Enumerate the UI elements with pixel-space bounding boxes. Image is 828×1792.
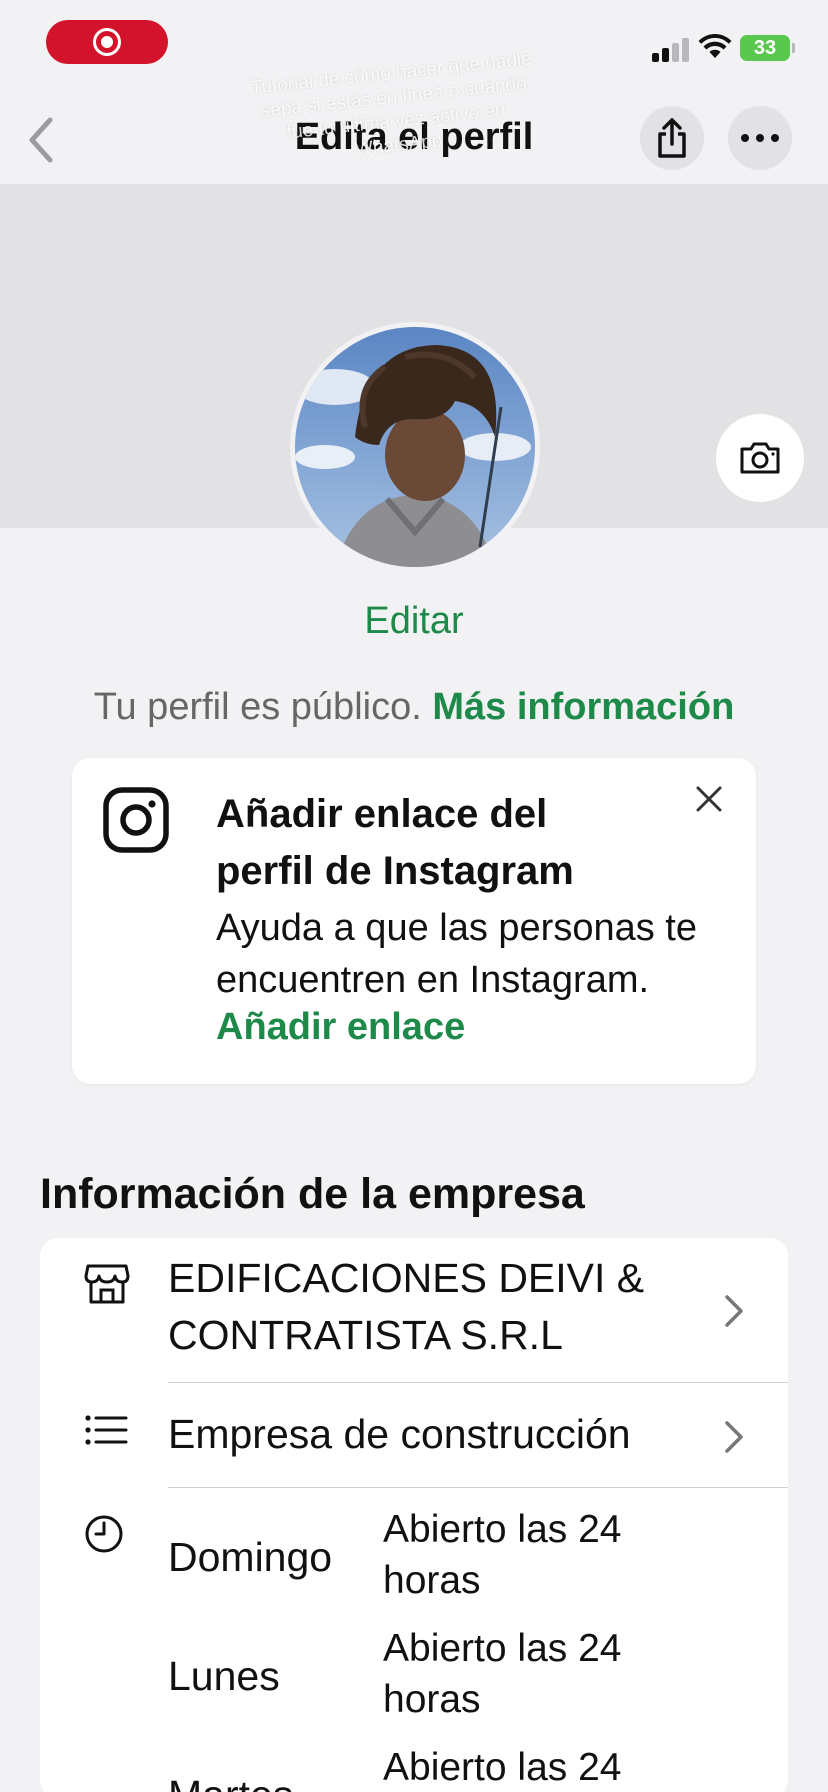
share-icon (658, 118, 686, 158)
hours-row: Domingo Abierto las 24 horas (168, 1504, 768, 1623)
cellular-signal-icon (652, 38, 690, 62)
screen-record-icon (93, 28, 121, 56)
hours-day: Lunes (168, 1653, 280, 1699)
profile-visibility-text: Tu perfil es público. Más información (0, 686, 828, 729)
business-name: EDIFICACIONES DEIVI & CONTRATISTA S.R.L (168, 1255, 645, 1358)
nav-bar: Edita el perfil Tutorial de cómo hacer q… (0, 49, 828, 184)
clock-icon (85, 1515, 123, 1553)
instagram-icon (103, 787, 169, 853)
hours-day: Domingo (168, 1534, 333, 1580)
chevron-right-icon (725, 1295, 743, 1327)
hours-value: Abierto las 24 horas (383, 1746, 622, 1789)
business-hours[interactable]: Domingo Abierto las 24 horas Lunes Abier… (168, 1504, 768, 1792)
hours-value: Abierto las 24 horas (383, 1508, 622, 1602)
battery-level: 33 (753, 36, 777, 59)
chevron-right-icon (725, 1421, 743, 1453)
wifi-icon (698, 34, 732, 58)
business-category: Empresa de construcción (168, 1411, 631, 1457)
instagram-card-title: Añadir enlace del perfil de Instagram (216, 792, 574, 893)
public-profile-label: Tu perfil es público. (93, 686, 422, 728)
change-cover-button[interactable] (716, 414, 804, 502)
list-icon (85, 1415, 128, 1445)
store-icon (84, 1264, 130, 1304)
add-link-button[interactable]: Añadir enlace (216, 1006, 465, 1049)
avatar[interactable] (295, 327, 535, 567)
more-info-link[interactable]: Más información (432, 686, 734, 728)
more-options-button[interactable] (728, 106, 792, 170)
hours-row: Martes Abierto las 24 horas (168, 1742, 768, 1792)
share-button[interactable] (640, 106, 704, 170)
business-info-card: EDIFICACIONES DEIVI & CONTRATISTA S.R.L … (40, 1238, 788, 1792)
camera-icon (740, 442, 780, 474)
divider (168, 1382, 788, 1383)
hours-row: Lunes Abierto las 24 horas (168, 1623, 768, 1742)
avatar-frame (290, 322, 540, 572)
hours-value: Abierto las 24 horas (383, 1627, 622, 1721)
profile-photo (295, 327, 535, 567)
battery-indicator: 33 (740, 35, 795, 61)
screen-record-indicator[interactable] (46, 20, 168, 64)
edit-photo-link[interactable]: Editar (0, 600, 828, 643)
section-heading-business-info: Información de la empresa (40, 1170, 585, 1218)
close-icon[interactable] (694, 784, 724, 814)
instagram-card-description: Ayuda a que las personas te encuentren e… (216, 907, 697, 1001)
more-horizontal-icon (741, 134, 779, 142)
hours-day: Martes (168, 1772, 293, 1792)
divider (168, 1487, 788, 1488)
instagram-link-card: Añadir enlace del perfil de Instagram Ay… (72, 758, 756, 1084)
